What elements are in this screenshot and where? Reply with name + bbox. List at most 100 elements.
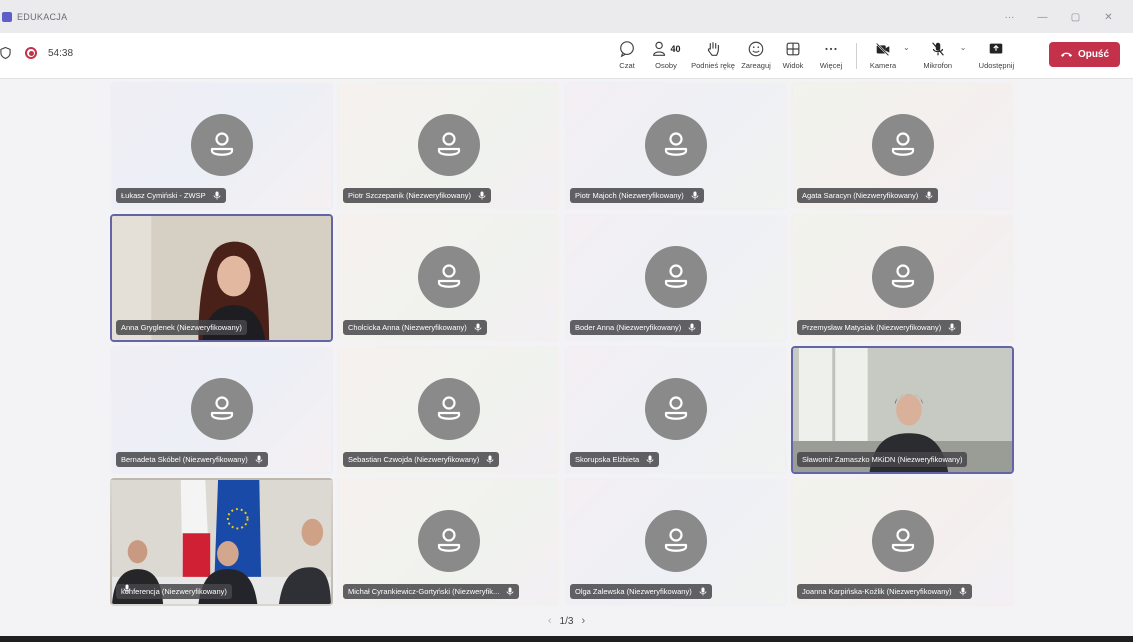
participant-tile[interactable]: Przemysław Matysiak (Niezweryfikowany) bbox=[791, 214, 1014, 342]
chat-icon bbox=[620, 41, 634, 58]
react-button[interactable]: Zareaguj bbox=[738, 37, 774, 75]
participant-avatar bbox=[190, 114, 253, 176]
participant-name: Łukasz Cymiński - ZWSP bbox=[121, 191, 206, 200]
participant-name-tag: Agata Saracyn (Niezweryfikowany) bbox=[797, 188, 939, 203]
more-options-button[interactable]: ··· bbox=[993, 7, 1026, 27]
person-placeholder-icon bbox=[437, 264, 460, 288]
leave-label: Opuść bbox=[1077, 49, 1110, 60]
person-placeholder-icon bbox=[437, 132, 460, 156]
mic-muted-icon bbox=[691, 191, 699, 200]
more-button[interactable]: Więcej bbox=[814, 37, 848, 75]
participant-name: Boder Anna (Niezweryfikowany) bbox=[575, 323, 682, 332]
participant-avatar bbox=[190, 378, 253, 440]
share-button[interactable]: Udostępnij bbox=[974, 37, 1018, 75]
window-controls: ··· — ▢ ✕ bbox=[993, 7, 1125, 27]
person-placeholder-icon bbox=[437, 528, 460, 552]
close-button[interactable]: ✕ bbox=[1092, 7, 1125, 27]
participant-tile[interactable]: Agata Saracyn (Niezweryfikowany) bbox=[791, 82, 1014, 210]
participant-avatar bbox=[871, 114, 934, 176]
share-label: Udostępnij bbox=[978, 61, 1015, 70]
participant-name: Sławomir Zamaszko MKiDN (Niezweryfikowan… bbox=[802, 455, 963, 464]
participant-tile[interactable]: Sławomir Zamaszko MKiDN (Niezweryfikowan… bbox=[791, 346, 1014, 474]
previous-page-button[interactable]: ‹ bbox=[548, 615, 552, 627]
toolbar-actions: Czat 40 Osoby Podnieś rękę Zareaguj Wido… bbox=[612, 37, 1018, 75]
participant-name-tag: Joanna Karpińska-Koźlik (Niezweryfikowan… bbox=[797, 584, 972, 599]
raise-hand-button[interactable]: Podnieś rękę bbox=[688, 37, 738, 75]
meeting-info: 54:38 bbox=[0, 46, 73, 60]
teams-app-icon bbox=[2, 11, 12, 22]
taskbar-edge bbox=[0, 636, 1133, 642]
title-bar: EDUKACJA ··· — ▢ ✕ bbox=[0, 0, 1133, 33]
participant-avatar bbox=[644, 114, 707, 176]
page-indicator: 1/3 bbox=[559, 615, 574, 627]
participant-avatar bbox=[871, 246, 934, 308]
call-timer: 54:38 bbox=[48, 47, 74, 59]
participant-tile[interactable]: Michał Cyrankiewicz-Gortyński (Niezweryf… bbox=[337, 478, 560, 606]
person-placeholder-icon bbox=[891, 132, 914, 156]
participant-tile[interactable]: Piotr Majoch (Niezweryfikowany) bbox=[564, 82, 787, 210]
participant-name: Przemysław Matysiak (Niezweryfikowany) bbox=[802, 323, 942, 332]
participant-name: konferencja (Niezweryfikowany) bbox=[121, 587, 227, 596]
react-label: Zareaguj bbox=[741, 61, 771, 70]
maximize-button[interactable]: ▢ bbox=[1059, 7, 1092, 27]
camera-button[interactable]: Kamera bbox=[865, 37, 901, 75]
chat-button[interactable]: Czat bbox=[612, 37, 642, 75]
participant-tile[interactable]: Boder Anna (Niezweryfikowany) bbox=[564, 214, 787, 342]
person-placeholder-icon bbox=[664, 264, 687, 288]
participant-name-tag: Bernadeta Skóbel (Niezweryfikowany) bbox=[116, 452, 268, 467]
mic-muted-icon bbox=[474, 323, 482, 332]
people-button[interactable]: 40 Osoby bbox=[646, 37, 686, 75]
participant-tile[interactable]: Łukasz Cymiński - ZWSP bbox=[110, 82, 333, 210]
people-count: 40 bbox=[670, 44, 681, 54]
participant-name-tag: Michał Cyrankiewicz-Gortyński (Niezweryf… bbox=[343, 584, 520, 599]
participant-name: Michał Cyrankiewicz-Gortyński (Niezweryf… bbox=[348, 587, 500, 596]
mic-muted-icon bbox=[688, 323, 696, 332]
minimize-button[interactable]: — bbox=[1026, 7, 1059, 27]
hand-icon bbox=[707, 42, 719, 56]
mic-label: Mikrofon bbox=[923, 61, 953, 70]
participant-name: Sebastian Czwojda (Niezweryfikowany) bbox=[348, 455, 480, 464]
participant-name-tag: Łukasz Cymiński - ZWSP bbox=[116, 188, 226, 203]
participant-name-tag: Piotr Szczepanik (Niezweryfikowany) bbox=[343, 188, 491, 203]
participant-name: Piotr Majoch (Niezweryfikowany) bbox=[575, 191, 684, 200]
participant-name: Anna Gryglenek (Niezweryfikowany) bbox=[121, 323, 242, 332]
camera-options-chevron-icon[interactable]: ⌄ bbox=[903, 43, 910, 52]
phone-hangup-icon bbox=[1060, 52, 1073, 57]
participant-name-tag: Piotr Majoch (Niezweryfikowany) bbox=[570, 188, 704, 203]
participant-name-tag: Cholcicka Anna (Niezweryfikowany) bbox=[343, 320, 487, 335]
participant-tile[interactable]: Sebastian Czwojda (Niezweryfikowany) bbox=[337, 346, 560, 474]
view-button[interactable]: Widok bbox=[778, 37, 808, 75]
participant-tile[interactable]: Skorupska Elżbieta bbox=[564, 346, 787, 474]
person-placeholder-icon bbox=[664, 528, 687, 552]
participant-tile[interactable]: Piotr Szczepanik (Niezweryfikowany) bbox=[337, 82, 560, 210]
mic-muted-icon bbox=[123, 584, 131, 593]
mic-muted-icon bbox=[506, 587, 514, 596]
participant-tile[interactable]: konferencja (Niezweryfikowany) bbox=[110, 478, 333, 606]
mic-button[interactable]: Mikrofon bbox=[918, 37, 958, 75]
mic-muted-icon bbox=[486, 455, 494, 464]
participant-avatar bbox=[417, 378, 480, 440]
mic-muted-icon bbox=[948, 323, 956, 332]
window-title: EDUKACJA bbox=[17, 11, 68, 22]
participant-name-tag: Olga Zalewska (Niezweryfikowany) bbox=[570, 584, 712, 599]
mic-muted-icon bbox=[646, 455, 654, 464]
participant-tile[interactable]: Olga Zalewska (Niezweryfikowany) bbox=[564, 478, 787, 606]
participant-tile[interactable]: Bernadeta Skóbel (Niezweryfikowany) bbox=[110, 346, 333, 474]
participant-name-tag: Sławomir Zamaszko MKiDN (Niezweryfikowan… bbox=[797, 452, 968, 467]
leave-button[interactable]: Opuść bbox=[1049, 42, 1120, 67]
participant-tile[interactable]: Joanna Karpińska-Koźlik (Niezweryfikowan… bbox=[791, 478, 1014, 606]
people-icon bbox=[653, 41, 666, 56]
toolbar-divider bbox=[856, 43, 857, 69]
mic-options-chevron-icon[interactable]: ⌄ bbox=[960, 43, 967, 52]
participant-avatar bbox=[644, 246, 707, 308]
participant-name: Olga Zalewska (Niezweryfikowany) bbox=[575, 587, 692, 596]
camera-off-icon bbox=[875, 42, 890, 57]
participant-tile[interactable]: Anna Gryglenek (Niezweryfikowany) bbox=[110, 214, 333, 342]
mic-muted-icon bbox=[478, 191, 486, 200]
people-label: Osoby bbox=[655, 61, 677, 70]
participant-name: Agata Saracyn (Niezweryfikowany) bbox=[802, 191, 919, 200]
shield-icon[interactable] bbox=[0, 46, 11, 60]
participant-avatar bbox=[417, 246, 480, 308]
next-page-button[interactable]: › bbox=[581, 615, 585, 627]
participant-tile[interactable]: Cholcicka Anna (Niezweryfikowany) bbox=[337, 214, 560, 342]
